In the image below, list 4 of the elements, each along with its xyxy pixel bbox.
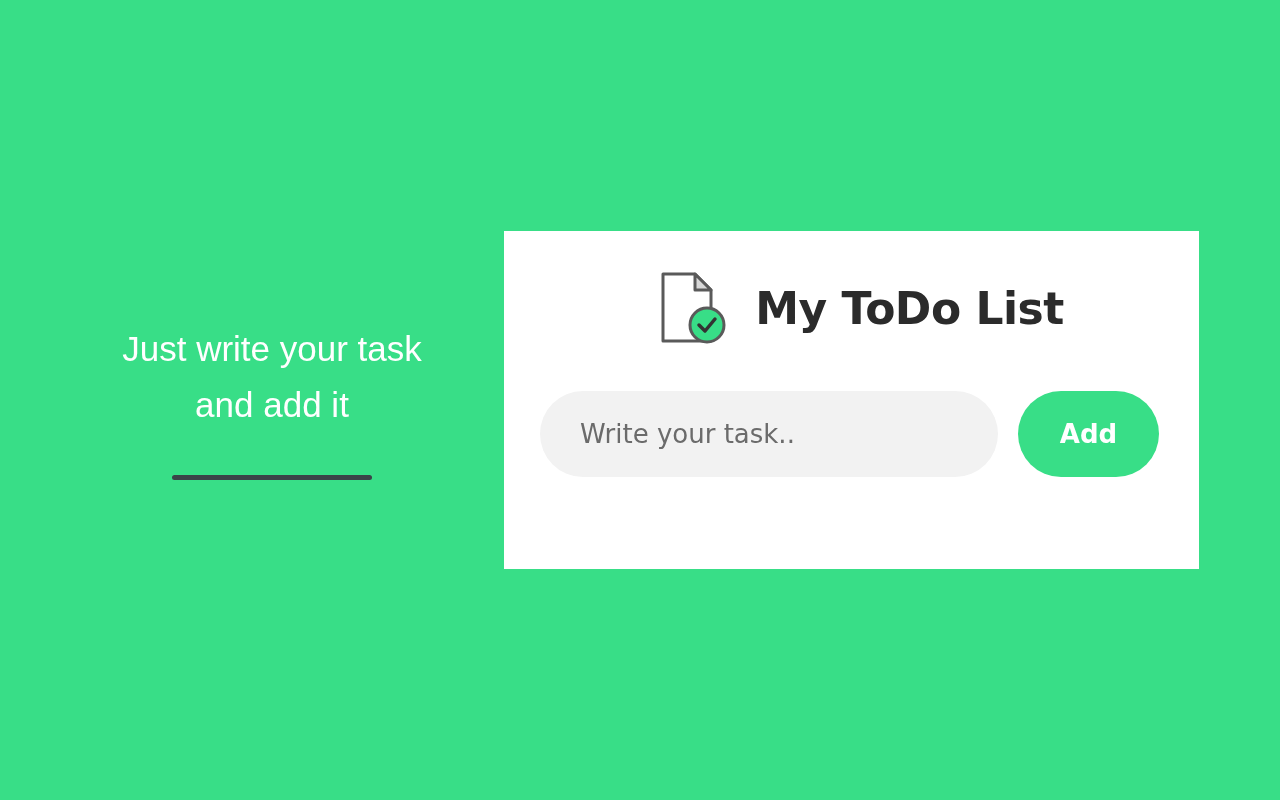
- task-input[interactable]: Write your task..: [540, 391, 998, 477]
- tagline: Just write your task and add it: [122, 327, 422, 426]
- app-title: My ToDo List: [755, 282, 1064, 334]
- add-button[interactable]: Add: [1018, 391, 1159, 477]
